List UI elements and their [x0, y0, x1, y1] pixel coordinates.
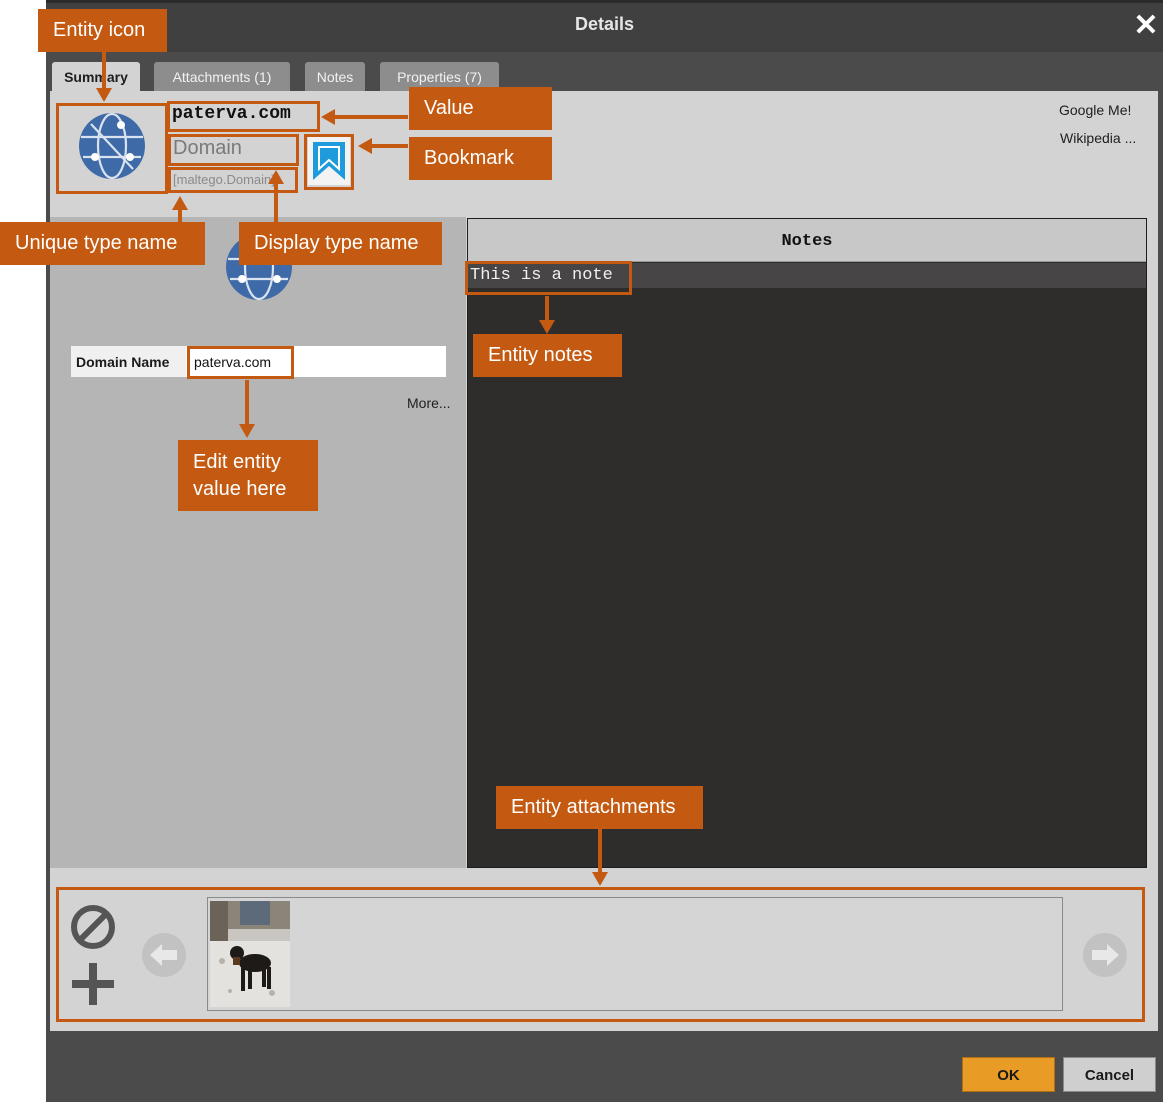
annotation-arrows: [96, 52, 608, 886]
callout-value: Value: [409, 87, 552, 130]
callout-entity-attachments: Entity attachments: [496, 786, 703, 829]
callout-display-type-name: Display type name: [239, 222, 442, 265]
callout-edit-value: Edit entity value here: [178, 440, 318, 511]
callout-edit-value-line2: value here: [193, 477, 287, 500]
callout-entity-icon: Entity icon: [38, 9, 167, 52]
callout-edit-value-line1: Edit entity: [193, 450, 281, 473]
callout-entity-notes: Entity notes: [473, 334, 622, 377]
callout-unique-type-name: Unique type name: [0, 222, 205, 265]
callout-bookmark: Bookmark: [409, 137, 552, 180]
